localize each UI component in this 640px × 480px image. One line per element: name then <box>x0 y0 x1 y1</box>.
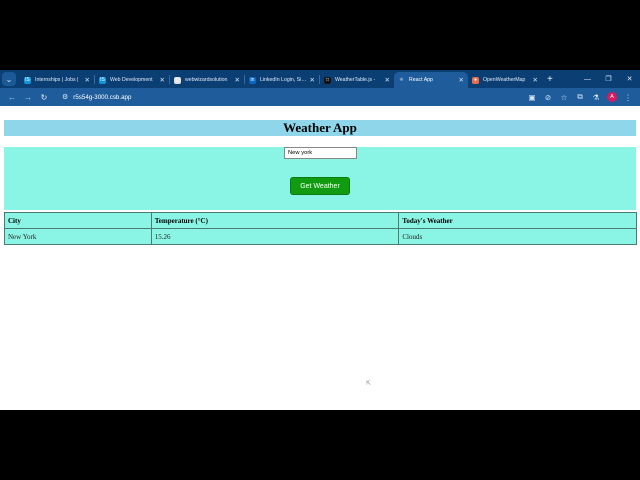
city-input[interactable] <box>284 147 357 159</box>
close-window-icon[interactable]: ✕ <box>619 75 640 83</box>
web-page: Weather App Get Weather City Temperature… <box>0 106 640 410</box>
weather-form: Get Weather <box>4 147 636 210</box>
column-header-temperature: Temperature (°C) <box>150 212 400 229</box>
tab-search-icon[interactable]: ⌄ <box>2 72 16 86</box>
address-toolbar: ← → ↻ ⚙ r5s54g-3000.csb.app ▣ ⊘ ☆ ⧉ ⚗ A … <box>0 88 640 106</box>
tab-title: LinkedIn Login, Sign <box>260 77 307 83</box>
labs-flask-icon[interactable]: ⚗ <box>588 93 604 102</box>
browser-tab[interactable]: □ WeatherTable.js - ✕ <box>320 72 394 88</box>
letterbox-top <box>0 0 640 70</box>
browser-window: ⌄ IS Internships | Jobs | ✕ IS Web Developme… <box>0 70 640 410</box>
close-tab-icon[interactable]: ✕ <box>459 76 464 84</box>
browser-tab[interactable]: ● OpenWeatherMap ✕ <box>468 72 542 88</box>
toolbar-actions: ▣ ⊘ ☆ ⧉ ⚗ A ⋮ <box>524 88 636 106</box>
get-weather-button[interactable]: Get Weather <box>290 177 350 195</box>
react-icon: ⚛ <box>398 76 405 84</box>
internshala-icon: IS <box>24 76 31 84</box>
close-tab-icon[interactable]: ✕ <box>533 76 538 84</box>
browser-tab[interactable]: ⚛ React App ✕ <box>394 72 468 88</box>
mouse-cursor-icon: ⇱ <box>366 381 372 387</box>
tab-title: WeatherTable.js - <box>335 77 376 83</box>
openweathermap-icon: ● <box>472 76 479 84</box>
extensions-icon[interactable]: ⧉ <box>572 92 588 102</box>
linkedin-icon: in <box>249 76 256 84</box>
tab-title: React App <box>409 77 433 83</box>
browser-tab[interactable]: ◎ webwizardsolution ✕ <box>170 72 244 88</box>
reload-icon[interactable]: ↻ <box>36 93 52 102</box>
browser-tab[interactable]: IS Internships | Jobs | ✕ <box>20 72 94 88</box>
codesandbox-icon: □ <box>324 76 331 84</box>
tab-title: webwizardsolution <box>185 77 228 83</box>
internshala-icon: IS <box>99 76 106 84</box>
new-tab-icon[interactable]: + <box>547 74 553 85</box>
window-controls: — ❐ ✕ <box>577 70 640 88</box>
close-tab-icon[interactable]: ✕ <box>310 76 315 84</box>
minimize-icon[interactable]: — <box>577 76 598 83</box>
letterbox-bottom <box>0 410 640 480</box>
table-header-row: City Temperature (°C) Today's Weather <box>4 212 637 229</box>
bookmark-star-icon[interactable]: ☆ <box>556 93 572 102</box>
tab-title: OpenWeatherMap <box>483 77 526 83</box>
profile-avatar[interactable]: A <box>607 92 617 102</box>
weather-table: City Temperature (°C) Today's Weather Ne… <box>4 212 637 245</box>
column-header-city: City <box>4 212 152 229</box>
tab-title: Web Development <box>110 77 153 83</box>
forward-icon[interactable]: → <box>20 93 36 102</box>
tab-strip: ⌄ IS Internships | Jobs | ✕ IS Web Developme… <box>0 70 640 88</box>
address-bar[interactable]: ⚙ r5s54g-3000.csb.app <box>56 91 496 104</box>
city-cell: New York <box>4 228 152 245</box>
menu-kebab-icon[interactable]: ⋮ <box>620 93 636 102</box>
close-tab-icon[interactable]: ✕ <box>85 76 90 84</box>
close-tab-icon[interactable]: ✕ <box>160 76 165 84</box>
close-tab-icon[interactable]: ✕ <box>385 76 390 84</box>
weather-cell: Clouds <box>398 228 637 245</box>
back-icon[interactable]: ← <box>4 93 20 102</box>
tab-list: IS Internships | Jobs | ✕ IS Web Development… <box>20 70 542 88</box>
table-row: New York 15.26 Clouds <box>4 228 637 245</box>
page-title: Weather App <box>4 120 636 136</box>
temperature-cell: 15.26 <box>150 228 400 245</box>
tab-title: Internships | Jobs | <box>35 77 79 83</box>
close-tab-icon[interactable]: ✕ <box>235 76 240 84</box>
hide-eye-icon[interactable]: ⊘ <box>540 93 556 102</box>
url-text: r5s54g-3000.csb.app <box>73 93 132 101</box>
site-info-icon[interactable]: ⚙ <box>62 93 68 101</box>
restore-icon[interactable]: ❐ <box>598 75 619 83</box>
browser-tab[interactable]: in LinkedIn Login, Sign ✕ <box>245 72 319 88</box>
globe-icon: ◎ <box>174 76 181 84</box>
column-header-weather: Today's Weather <box>398 212 637 229</box>
install-app-icon[interactable]: ▣ <box>524 93 540 102</box>
browser-tab[interactable]: IS Web Development ✕ <box>95 72 169 88</box>
